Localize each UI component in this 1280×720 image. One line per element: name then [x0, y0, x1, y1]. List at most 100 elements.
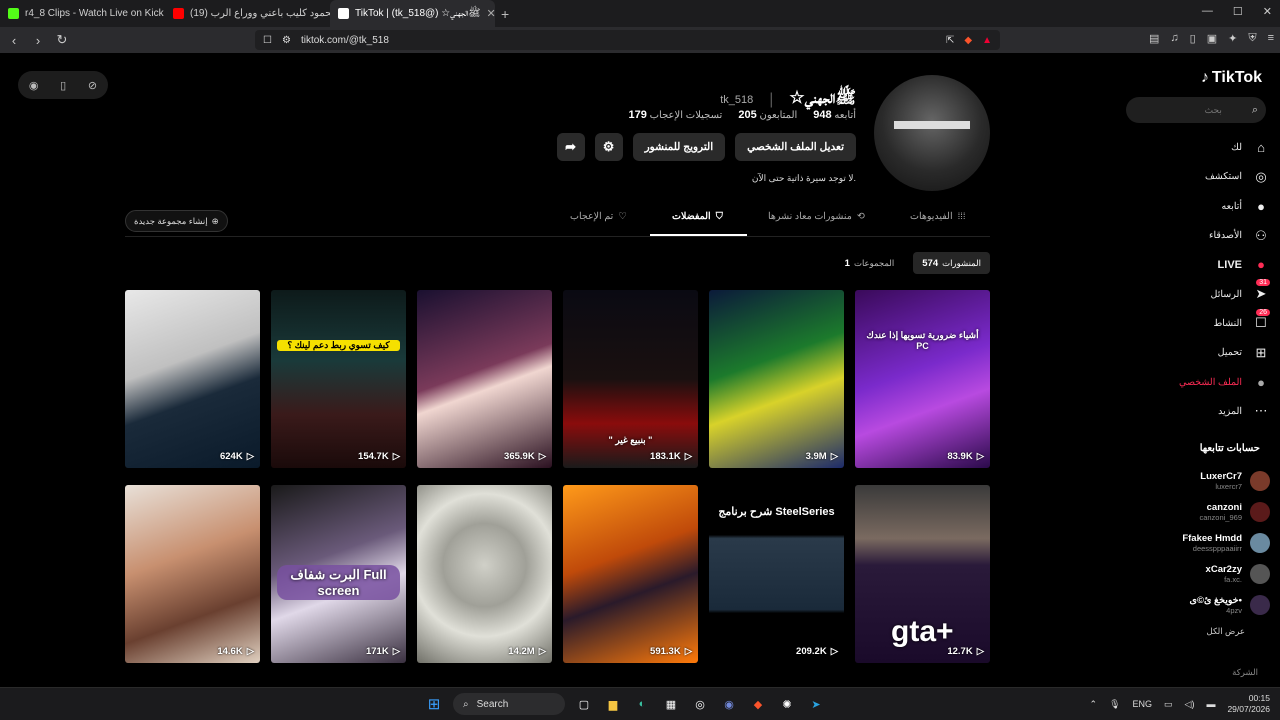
mobile-icon[interactable]: ▯	[60, 79, 66, 92]
task-view-icon[interactable]: ▢	[574, 694, 594, 714]
tab-liked[interactable]: تم الإعجاب ♡	[570, 211, 627, 222]
search-icon[interactable]: ⌕	[1252, 104, 1258, 117]
view-count: 14.6K ▷	[217, 646, 254, 657]
close-window-icon[interactable]: ✕	[1263, 5, 1272, 18]
address-bar[interactable]: ☐ ⚙ tiktok.com/@tk_518 ⇱ ◆ ▲	[255, 30, 1000, 50]
following-account[interactable]: canzoni canzoni_969	[1120, 496, 1270, 527]
site-info-icon[interactable]: ⚙	[282, 35, 291, 46]
discord-icon[interactable]: ◉	[719, 694, 739, 714]
file-explorer-icon[interactable]: ▆	[603, 694, 623, 714]
following-account[interactable]: xCar2zy fa.xc.	[1120, 558, 1270, 589]
tab-videos[interactable]: الفيديوهات ⁞⁞⁞	[910, 211, 966, 222]
company-link[interactable]: الشركة	[1232, 667, 1258, 678]
coin-icon[interactable]: ◉	[29, 79, 39, 92]
brave-rewards-icon[interactable]: ▲	[982, 35, 992, 46]
video-thumbnail[interactable]: 624K ▷	[125, 290, 260, 468]
search-input[interactable]: بحث ⌕	[1126, 97, 1266, 123]
sidebar-toggle-icon[interactable]: ▯	[1190, 32, 1196, 45]
video-caption: gta+	[891, 615, 954, 648]
new-collection-button[interactable]: إنشاء مجموعة جديدة ⊕	[125, 210, 228, 232]
windows-start-icon[interactable]: ⊞	[424, 694, 444, 714]
sidebar-item-live[interactable]: LIVE ●	[1120, 250, 1270, 279]
sidebar-item-home[interactable]: لك ⌂	[1120, 133, 1270, 162]
video-thumbnail[interactable]: أشياء ضرورية تسويها إذا عندك PC 83.9K ▷	[855, 290, 990, 468]
video-thumbnail[interactable]: gta+ 12.7K ▷	[855, 485, 990, 663]
account-handle: canzoni_969	[1199, 512, 1242, 522]
play-icon: ▷	[538, 646, 546, 657]
wallet-icon[interactable]: ▣	[1207, 32, 1217, 45]
video-thumbnail[interactable]: 14.6K ▷	[125, 485, 260, 663]
tray-chevron-icon[interactable]: ⌃	[1090, 699, 1098, 710]
video-thumbnail[interactable]: 365.9K ▷	[417, 290, 552, 468]
music-icon[interactable]: ♫	[1170, 32, 1178, 45]
browser-tab-kick[interactable]: r4_8 Clips - Watch Live on Kick	[0, 0, 165, 27]
close-tab-icon[interactable]: ✕	[487, 7, 496, 20]
battery-icon[interactable]: ▬	[1206, 699, 1215, 709]
sidebar-item-profile[interactable]: الملف الشخصي ●	[1120, 367, 1270, 396]
video-thumbnail[interactable]: 14.2M ▷	[417, 485, 552, 663]
extensions-icon[interactable]: ✦	[1228, 32, 1237, 45]
subtab-posts[interactable]: المنشورات 574	[913, 252, 990, 274]
settings-button[interactable]: ⚙	[594, 133, 623, 161]
following-stat[interactable]: أتابعه 948	[809, 109, 856, 121]
video-thumbnail[interactable]: شرح برنامج SteelSeries 209.2K ▷	[709, 485, 844, 663]
profile-avatar[interactable]	[874, 75, 990, 191]
compass-small-icon[interactable]: ⊘	[88, 79, 97, 92]
following-account[interactable]: LuxerCr7 luxercr7	[1120, 465, 1270, 496]
see-all-link[interactable]: عرض الكل	[1207, 626, 1245, 637]
followers-stat[interactable]: المتابعون 205	[734, 109, 797, 121]
following-account[interactable]: Ffakee Hmdd deesspppaaiirr	[1120, 527, 1270, 558]
tiktok-logo[interactable]: ♪ TikTok	[1201, 69, 1262, 87]
tab-favorites[interactable]: المفضلات ⛉	[672, 211, 723, 222]
language-indicator[interactable]: ENG	[1133, 699, 1153, 709]
edge-icon[interactable]: ◐	[632, 694, 652, 714]
back-icon[interactable]: ‹	[4, 33, 24, 48]
sidebar-item-more[interactable]: المزيد ⋯	[1120, 397, 1270, 426]
tab-reposts[interactable]: منشورات معاد نشرها ⟲	[768, 211, 865, 222]
sidebar-item-activity[interactable]: النشاط ☐ 26	[1120, 308, 1270, 338]
subtab-collections[interactable]: المجموعات 1	[836, 252, 904, 274]
microphone-icon[interactable]: 🎙	[1109, 699, 1120, 710]
sidebar-item-messages[interactable]: الرسائل ➤ 31	[1120, 279, 1270, 308]
browser-tab-youtube[interactable]: (19) صباح محمود كليب باعني ووراع الرب	[165, 0, 330, 27]
sidebar-item-compass[interactable]: استكشف ◎	[1120, 162, 1270, 191]
video-thumbnail[interactable]: " بنبيع غير " 183.1K ▷	[563, 290, 698, 468]
play-icon: ▷	[538, 451, 546, 462]
minimize-icon[interactable]: —	[1202, 5, 1213, 18]
sidebar-item-following[interactable]: أتابعه ●	[1120, 192, 1270, 221]
promote-post-button[interactable]: الترويج للمنشور	[632, 133, 726, 161]
sidebar-item-friends[interactable]: الأصدقاء ⚇	[1120, 221, 1270, 250]
play-icon: ▷	[246, 646, 254, 657]
vpn-icon[interactable]: ⛨	[1248, 32, 1256, 45]
store-icon[interactable]: ▦	[661, 694, 681, 714]
video-thumbnail[interactable]: كيف تسوي ربط دعم لينك ؟ 154.7K ▷	[271, 290, 406, 468]
steam-icon[interactable]: ◎	[690, 694, 710, 714]
video-thumbnail[interactable]: البرت شفاف Full screen 171K ▷	[271, 485, 406, 663]
brave-icon[interactable]: ◆	[748, 694, 768, 714]
taskbar-search[interactable]: ⌕ Search	[453, 693, 565, 715]
url-text[interactable]: tiktok.com/@tk_518	[301, 35, 936, 46]
bookmark-icon[interactable]: ☐	[263, 35, 272, 46]
sidebar-item-upload[interactable]: تحميل ⊞	[1120, 338, 1270, 367]
video-thumbnail[interactable]: 591.3K ▷	[563, 485, 698, 663]
reload-icon[interactable]: ↻	[52, 32, 72, 48]
reader-icon[interactable]: ▤	[1149, 32, 1159, 45]
brave-shield-icon[interactable]: ◆	[964, 35, 972, 46]
forward-icon[interactable]: ›	[28, 33, 48, 48]
telegram-icon[interactable]: ➤	[806, 694, 826, 714]
sidebar: ♪ TikTok بحث ⌕ لك ⌂ استكشف ◎ أتابعه ● الأصدقاء ⚇…	[1120, 53, 1280, 687]
edit-profile-button[interactable]: تعديل الملف الشخصي	[735, 133, 856, 161]
settings-app-icon[interactable]: ✺	[777, 694, 797, 714]
following-account[interactable]: خويخغ ئ©ى• 4pzv	[1120, 589, 1270, 620]
avatar	[1250, 532, 1270, 553]
browser-tab-tiktok[interactable]: TikTok | (tk_518@) ☆ﷺالجهني ✕	[330, 0, 495, 27]
share-profile-button[interactable]: ➦	[556, 133, 585, 161]
new-tab-button[interactable]: +	[501, 6, 509, 22]
clock[interactable]: 00:15 29/07/2026	[1227, 693, 1270, 715]
menu-icon[interactable]: ≡	[1268, 32, 1274, 45]
share-icon[interactable]: ⇱	[946, 35, 954, 46]
network-icon[interactable]: ▭	[1164, 699, 1173, 710]
video-thumbnail[interactable]: 3.9M ▷	[709, 290, 844, 468]
volume-icon[interactable]: ◁)	[1185, 699, 1195, 710]
maximize-icon[interactable]: ☐	[1233, 5, 1243, 18]
